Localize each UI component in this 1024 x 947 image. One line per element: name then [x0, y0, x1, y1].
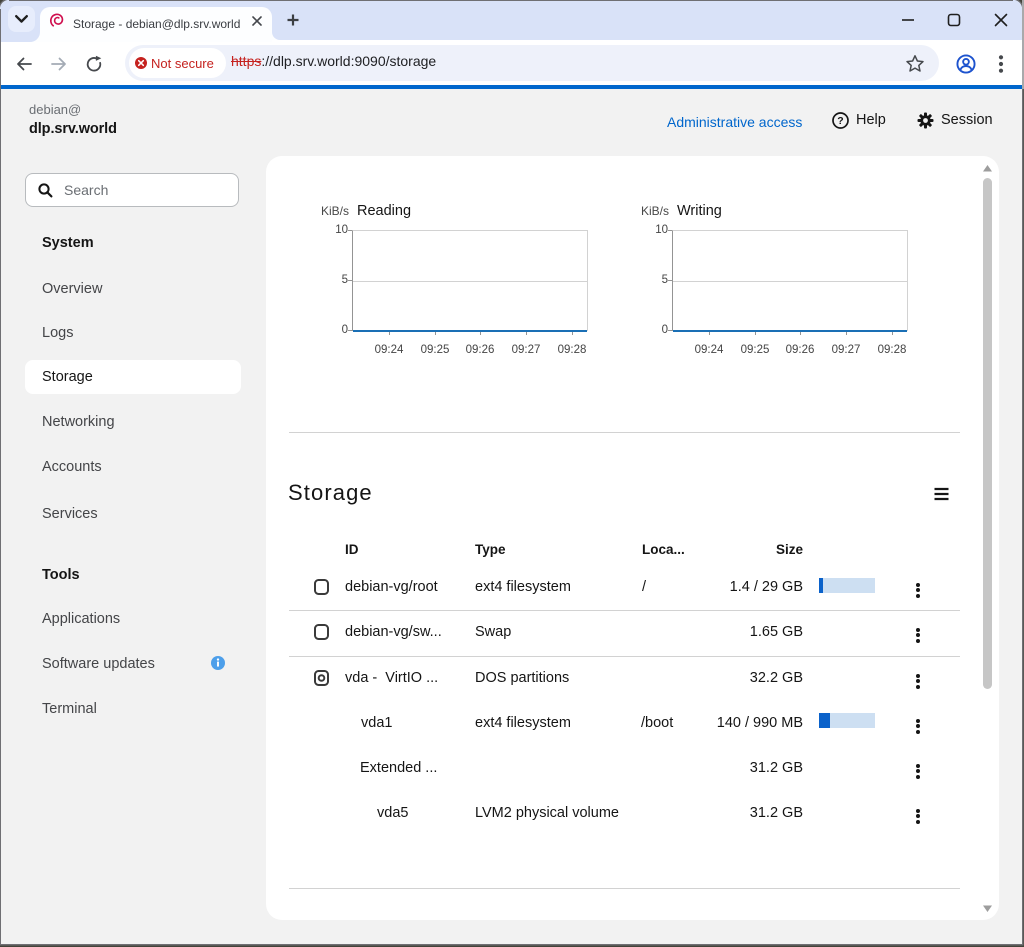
svg-text:?: ?	[837, 115, 843, 127]
